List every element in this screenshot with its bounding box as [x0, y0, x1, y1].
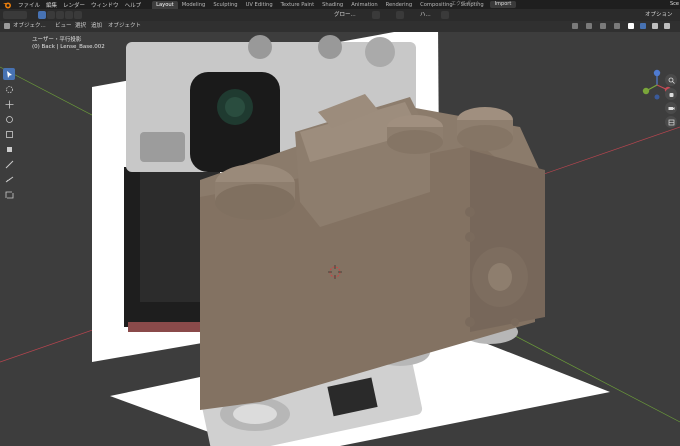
visibility-icon[interactable] — [572, 23, 578, 29]
tab-rendering[interactable]: Rendering — [382, 1, 417, 9]
menu-object[interactable]: オブジェクト — [108, 22, 141, 31]
pan-button[interactable] — [665, 88, 677, 100]
tool-settings-row: グロー... ハ... オプション — [0, 9, 680, 21]
shading-solid-icon[interactable] — [640, 23, 646, 29]
add-cube-icon — [5, 191, 13, 198]
tab-shading[interactable]: Shading — [318, 1, 347, 9]
export-button[interactable]: エクスポート — [451, 1, 481, 8]
tool-transform[interactable] — [3, 143, 15, 155]
annotate-icon — [5, 160, 13, 168]
tab-uv-editing[interactable]: UV Editing — [242, 1, 277, 9]
overlays-icon[interactable] — [600, 23, 606, 29]
tool-add-cube[interactable] — [3, 188, 15, 200]
tool-scale[interactable] — [3, 128, 15, 140]
select-mode-invert-button[interactable] — [65, 11, 73, 19]
object-info-label: (0) Back | Lense_Base.002 — [32, 44, 105, 50]
hand-icon — [669, 92, 673, 97]
measure-icon — [5, 176, 13, 182]
magnifier-icon — [668, 77, 675, 84]
menu-render[interactable]: レンダー — [60, 1, 88, 9]
menu-window[interactable]: ウィンドウ — [88, 1, 122, 9]
left-toolbar — [3, 68, 17, 203]
snap-toggle-button[interactable] — [396, 11, 404, 19]
move-icon — [5, 100, 13, 108]
tab-animation[interactable]: Animation — [347, 1, 381, 9]
shading-material-icon[interactable] — [652, 23, 658, 29]
menu-help[interactable]: ヘルプ — [122, 1, 145, 9]
zoom-button[interactable] — [665, 74, 677, 86]
tool-rotate[interactable] — [3, 113, 15, 125]
tool-move[interactable] — [3, 98, 15, 110]
transform-icon — [6, 146, 12, 152]
menu-add[interactable]: 追加 — [91, 22, 102, 31]
camera-icon — [668, 106, 674, 110]
scale-icon — [5, 130, 13, 138]
top-menu-bar: ファイル 編集 レンダー ウィンドウ ヘルプ Layout Modeling S… — [0, 0, 680, 9]
shading-wireframe-icon[interactable] — [628, 23, 634, 29]
tool-annotate[interactable] — [3, 158, 15, 170]
camera-view-button[interactable] — [665, 102, 677, 114]
grid-icon — [668, 119, 674, 125]
editor-type-button[interactable] — [3, 11, 27, 19]
import-button[interactable]: Import — [490, 1, 516, 8]
viewport-header: オブジェク... ビュー 選択 追加 オブジェクト — [0, 21, 680, 32]
xray-icon[interactable] — [614, 23, 620, 29]
projection-toggle-button[interactable] — [665, 116, 677, 128]
menu-view[interactable]: ビュー — [55, 22, 72, 31]
tab-texture-paint[interactable]: Texture Paint — [277, 1, 318, 9]
gizmo-toggle-icon[interactable] — [586, 23, 592, 29]
select-mode-subtract-button[interactable] — [56, 11, 64, 19]
scene-selector[interactable]: Sce — [670, 1, 679, 8]
select-box-icon — [6, 70, 12, 78]
view-name-label: ユーザー・平行投影 — [32, 37, 82, 43]
tool-measure[interactable] — [3, 173, 15, 185]
tab-layout[interactable]: Layout — [152, 0, 178, 9]
select-mode-new-button[interactable] — [38, 11, 46, 19]
select-mode-intersect-button[interactable] — [74, 11, 82, 19]
editor-type-icon[interactable] — [4, 23, 10, 29]
shading-rendered-icon[interactable] — [664, 23, 670, 29]
proportional-edit-button[interactable] — [441, 11, 449, 19]
cursor-icon — [5, 85, 13, 93]
tab-sculpting[interactable]: Sculpting — [209, 1, 241, 9]
tool-select-box[interactable] — [3, 68, 15, 80]
3d-viewport[interactable]: ユーザー・平行投影 (0) Back | Lense_Base.002 — [0, 32, 680, 446]
tab-modeling[interactable]: Modeling — [178, 1, 210, 9]
viewport-scene[interactable] — [0, 32, 680, 446]
mode-dropdown[interactable]: オブジェク... — [13, 22, 46, 31]
menu-edit[interactable]: 編集 — [43, 1, 60, 9]
pivot-point-button[interactable] — [372, 11, 380, 19]
menu-select[interactable]: 選択 — [75, 22, 86, 31]
blender-logo-icon[interactable] — [2, 1, 12, 9]
menu-file[interactable]: ファイル — [15, 1, 43, 9]
snap-dropdown[interactable]: ハ... — [420, 11, 431, 19]
transform-orientation-dropdown[interactable]: グロー... — [334, 11, 356, 19]
rotate-icon — [5, 115, 13, 123]
select-mode-extend-button[interactable] — [47, 11, 55, 19]
options-dropdown[interactable]: オプション — [645, 11, 673, 19]
tool-cursor[interactable] — [3, 83, 15, 95]
